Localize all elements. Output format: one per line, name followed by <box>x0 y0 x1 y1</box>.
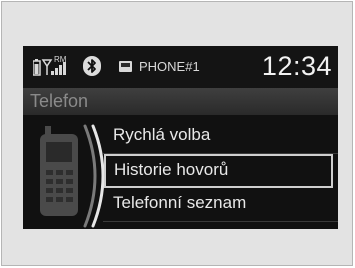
menu-item-label: Historie hovorů <box>114 160 229 179</box>
bluetooth-icon <box>83 56 101 76</box>
menu-item-speed-dial[interactable]: Rychlá volba <box>103 120 338 154</box>
menu-item-label: Rychlá volba <box>113 125 211 144</box>
mobile-phone-icon <box>40 126 78 216</box>
infotainment-screen: RM PHONE#1 12:34 Telefon Rychlá volba Hi… <box>23 46 338 229</box>
signal-rm-text: RM <box>54 55 67 64</box>
phone-icon <box>119 61 132 72</box>
title-bar: Telefon <box>23 88 338 115</box>
page-title: Telefon <box>30 91 89 111</box>
menu-item-label: Telefonní seznam <box>113 193 247 212</box>
menu-item-call-history[interactable]: Historie hovorů <box>104 154 333 188</box>
screenshot-frame: RM PHONE#1 12:34 Telefon Rychlá volba Hi… <box>1 1 353 266</box>
menu-item-phonebook[interactable]: Telefonní seznam <box>103 188 338 222</box>
signal-strength-icon: RM <box>32 55 67 76</box>
status-icons: RM <box>32 55 103 79</box>
status-bar: RM PHONE#1 12:34 <box>23 46 338 88</box>
phone-name: PHONE#1 <box>139 59 200 74</box>
clock: 12:34 <box>261 51 332 81</box>
phone-menu: Rychlá volba Historie hovorů Telefonní s… <box>103 120 338 222</box>
